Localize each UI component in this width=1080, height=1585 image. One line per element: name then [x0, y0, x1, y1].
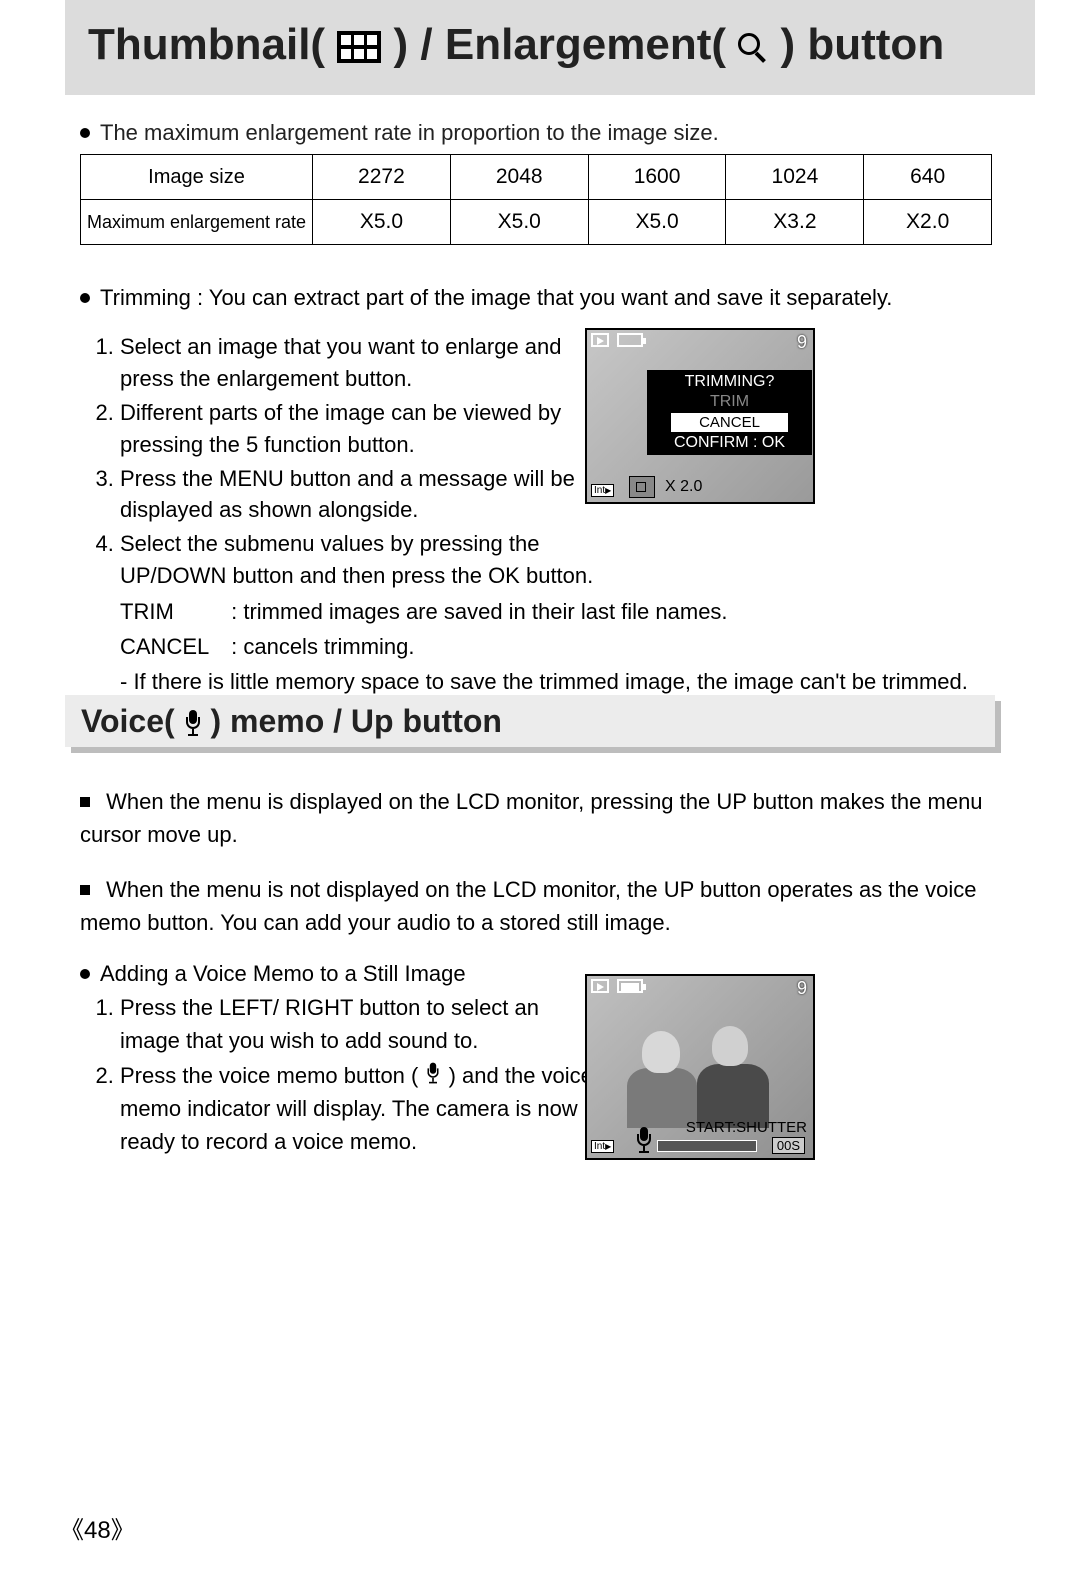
- dialog-trim: TRIM: [647, 392, 812, 412]
- td-max-rate-label: Maximum enlargement rate: [81, 200, 313, 245]
- table-row: Image size 2272 2048 1600 1024 640: [81, 155, 992, 200]
- table-row: Maximum enlargement rate X5.0 X5.0 X5.0 …: [81, 200, 992, 245]
- start-shutter-label: START:SHUTTER: [686, 1119, 807, 1136]
- step-3: Press the MENU button and a message will…: [120, 463, 610, 527]
- td-x32: X3.2: [726, 200, 864, 245]
- memory-note: - If there is little memory space to sav…: [120, 665, 992, 699]
- bullet-max-enlargement: The maximum enlargement rate in proporti…: [80, 120, 719, 146]
- enlargement-table: Image size 2272 2048 1600 1024 640 Maxim…: [80, 154, 992, 245]
- def-trim: TRIM : trimmed images are saved in their…: [120, 594, 992, 629]
- timer-label: 00S: [772, 1137, 805, 1154]
- title-part-c: ) button: [781, 20, 945, 69]
- playback-icon: [591, 979, 609, 993]
- h2-part-a: Voice(: [81, 703, 184, 739]
- add-step-2: Press the voice memo button ( ) and the …: [120, 1059, 600, 1158]
- adding-voice-heading: Adding a Voice Memo to a Still Image: [80, 961, 992, 987]
- memory-int-icon: Int▶: [591, 484, 614, 497]
- voice-section: When the menu is displayed on the LCD mo…: [80, 785, 992, 1160]
- def-cancel-text: : cancels trimming.: [231, 634, 414, 659]
- battery-icon: [617, 333, 643, 347]
- add-step-2a: Press the voice memo button (: [120, 1063, 424, 1088]
- microphone-icon: [426, 1063, 440, 1084]
- battery-icon: [617, 979, 643, 993]
- trimming-section: Trimming : You can extract part of the i…: [80, 285, 992, 699]
- page-title: Thumbnail( ) / Enlargement( ) button: [88, 20, 1028, 74]
- th-1024: 1024: [726, 155, 864, 200]
- lcd-trimming-preview: 9 TRIMMING? TRIM CANCEL CONFIRM : OK Int…: [585, 328, 815, 504]
- page-rbracket: 》: [111, 1518, 135, 1544]
- dialog-cancel: CANCEL: [671, 413, 788, 432]
- page-num: 48: [84, 1517, 111, 1544]
- page-number: 《48》: [60, 1510, 135, 1545]
- adding-voice-steps: Press the LEFT/ RIGHT button to select a…: [80, 991, 600, 1158]
- thumbnail-icon: [337, 24, 381, 74]
- microphone-icon: [635, 1127, 653, 1154]
- photo-placeholder: [617, 1016, 787, 1126]
- td-x20: X2.0: [864, 200, 992, 245]
- step-1: Select an image that you want to enlarge…: [120, 331, 610, 395]
- td-x50-b: X5.0: [450, 200, 588, 245]
- dialog-confirm: CONFIRM : OK: [647, 433, 812, 453]
- def-trim-label: TRIM: [120, 594, 225, 629]
- trimming-steps: Select an image that you want to enlarge…: [80, 331, 610, 592]
- trimming-intro: Trimming : You can extract part of the i…: [80, 285, 992, 311]
- trimming-dialog: TRIMMING? TRIM CANCEL CONFIRM : OK: [647, 370, 812, 455]
- td-x50-c: X5.0: [588, 200, 726, 245]
- title-part-a: Thumbnail(: [88, 20, 337, 69]
- step-4: Select the submenu values by pressing th…: [120, 528, 610, 592]
- playback-icon: [591, 333, 609, 347]
- th-image-size: Image size: [81, 155, 313, 200]
- frame-number: 9: [797, 978, 807, 999]
- magnifier-icon: [738, 24, 768, 74]
- h2-part-b: ) memo / Up button: [210, 703, 502, 739]
- th-2272: 2272: [313, 155, 451, 200]
- nav-thumbnail-icon: [629, 476, 655, 498]
- def-trim-text: : trimmed images are saved in their last…: [231, 599, 727, 624]
- voice-para-2: When the menu is not displayed on the LC…: [80, 873, 992, 939]
- step-2: Different parts of the image can be view…: [120, 397, 610, 461]
- zoom-level: X 2.0: [665, 478, 702, 496]
- def-cancel: CANCEL : cancels trimming.: [120, 629, 992, 664]
- progress-bar: [657, 1140, 757, 1152]
- dialog-title: TRIMMING?: [647, 372, 812, 392]
- manual-page: Thumbnail( ) / Enlargement( ) button The…: [0, 0, 1080, 1585]
- th-1600: 1600: [588, 155, 726, 200]
- def-cancel-label: CANCEL: [120, 629, 225, 664]
- memory-int-icon: Int▶: [591, 1140, 614, 1153]
- td-x50-a: X5.0: [313, 200, 451, 245]
- voice-para-1: When the menu is displayed on the LCD mo…: [80, 785, 992, 851]
- frame-number: 9: [797, 332, 807, 353]
- title-part-b: ) / Enlargement(: [394, 20, 739, 69]
- page-lbracket: 《: [60, 1518, 84, 1544]
- add-step-1: Press the LEFT/ RIGHT button to select a…: [120, 991, 600, 1057]
- th-640: 640: [864, 155, 992, 200]
- section-heading-band: Voice( ) memo / Up button: [65, 695, 1035, 753]
- section-title-voice: Voice( ) memo / Up button: [81, 703, 502, 740]
- th-2048: 2048: [450, 155, 588, 200]
- lcd-voice-preview: 9 START:SHUTTER Int▶ 00S: [585, 974, 815, 1160]
- microphone-icon: [184, 710, 202, 736]
